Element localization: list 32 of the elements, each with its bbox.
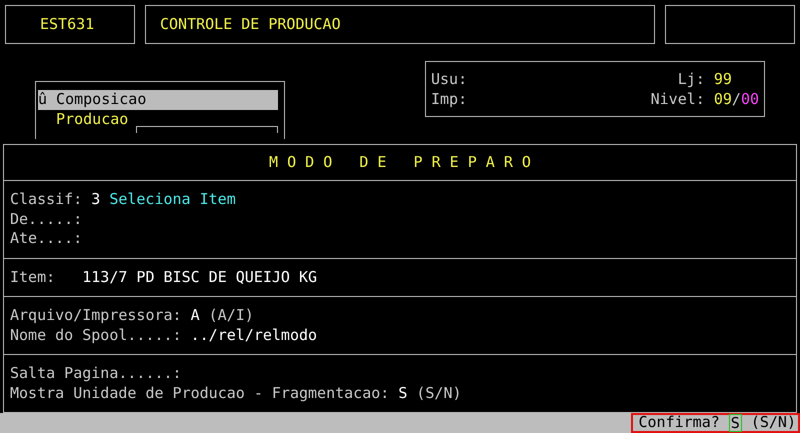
store-value: 99 [714, 70, 732, 88]
answer-options: (S/N) [750, 413, 796, 433]
menu-item[interactable]: Producao [38, 110, 128, 129]
user-label: Usu: [431, 70, 468, 90]
field-value[interactable]: 3 [91, 190, 100, 210]
field-label: Arquivo/Impressora: [10, 306, 182, 326]
store-label: Lj: [678, 70, 706, 88]
field-label: Item: [10, 268, 56, 287]
field-hint: (S/N) [416, 384, 462, 403]
level-separator: / [732, 90, 741, 108]
field-label: Mostra Unidade de Producao - Fragmentacao: [10, 384, 390, 403]
form-title: M O D O D E P R E P A R O [268, 152, 532, 173]
screen-title: CONTROLE DE PRODUCAO [145, 5, 655, 44]
prompt-text: Confirma? [638, 413, 720, 433]
level-label: Nivel: [650, 90, 706, 108]
field-value[interactable]: S [398, 384, 408, 403]
printer-label: Imp: [431, 90, 468, 109]
field-label: Salta Pagina......: [10, 364, 182, 384]
answer-field[interactable]: S [728, 414, 742, 432]
field-hint: (A/I) [208, 306, 254, 326]
level-value: 00 [740, 90, 759, 108]
field-hint: Seleciona Item [109, 190, 236, 210]
field-label: Classif: [10, 190, 82, 210]
field-value[interactable]: A [190, 306, 200, 326]
level-value: 09 [714, 90, 732, 108]
field-label: Nome do Spool.....: [10, 326, 182, 345]
menu-item[interactable]: û Composicao [38, 90, 278, 110]
field-value[interactable]: 113/7 PD BISC DE QUEIJO KG [82, 268, 318, 287]
field-label: De.....: [10, 210, 82, 229]
program-code: EST631 [5, 5, 135, 44]
field-label: Ate....: [10, 229, 82, 248]
field-value[interactable]: ../rel/relmodo [190, 326, 318, 345]
